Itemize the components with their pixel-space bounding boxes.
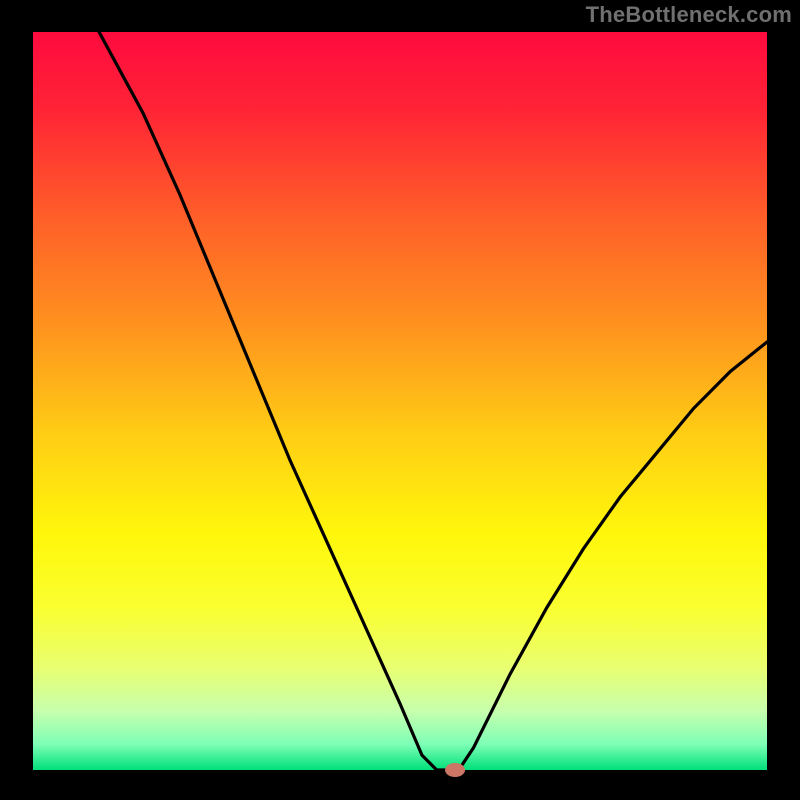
attribution-text: TheBottleneck.com [586, 2, 792, 28]
chart-frame: TheBottleneck.com [0, 0, 800, 800]
bottleneck-chart [0, 0, 800, 800]
min-marker [445, 763, 465, 777]
plot-background [33, 32, 767, 770]
